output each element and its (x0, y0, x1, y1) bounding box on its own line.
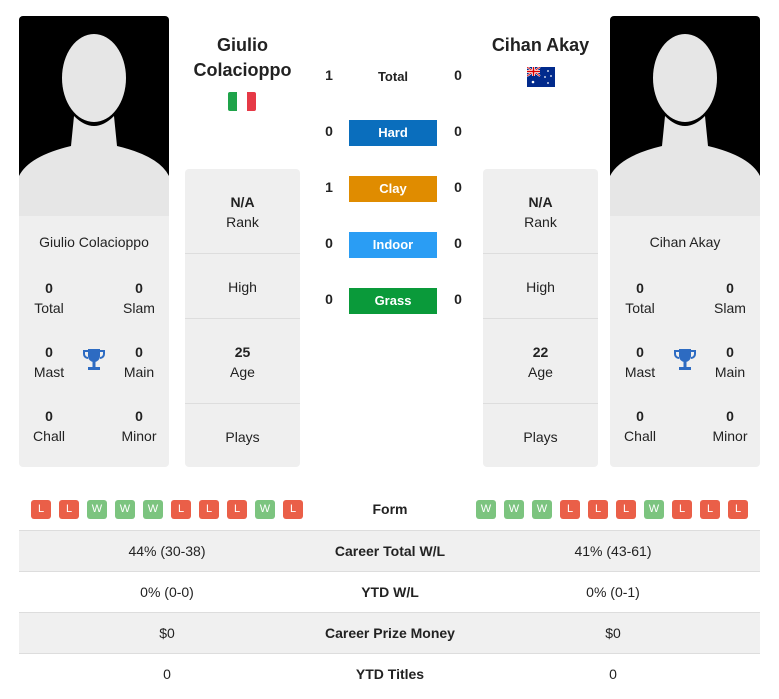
form-badge-win: W (115, 500, 135, 519)
form-badge-loss: L (31, 500, 51, 519)
player2-minor: 0 Minor (712, 408, 748, 444)
form-badge-loss: L (227, 500, 247, 519)
player1-card: Giulio Colacioppo 0 Total 0 Slam 0 Mast 0 Ma… (19, 16, 169, 467)
form-badge-loss: L (616, 500, 636, 519)
form-badge-loss: L (560, 500, 580, 519)
player2-photo (610, 16, 760, 216)
h2h-clay-p1: 1 (325, 179, 333, 195)
row-prize-money: $0 Career Prize Money $0 (19, 612, 760, 653)
player2-age: 22 Age (528, 344, 553, 380)
player2-main: 0 Main (714, 344, 746, 380)
italy-flag-icon (228, 92, 256, 111)
row-ytd-titles: 0 YTD Titles 0 (19, 653, 760, 694)
form-badge-win: W (504, 500, 524, 519)
form-badge-loss: L (283, 500, 303, 519)
h2h-grass-p2: 0 (454, 291, 462, 307)
trophy-icon (82, 347, 106, 376)
h2h-hard-p1: 0 (325, 123, 333, 139)
form-badge-win: W (644, 500, 664, 519)
player2-slam: 0 Slam (714, 280, 746, 316)
player1-photo (19, 16, 169, 216)
player1-name: Giulio Colacioppo (39, 234, 149, 250)
form-badge-loss: L (672, 500, 692, 519)
player2-plays: Plays (523, 429, 558, 445)
form-badge-win: W (87, 500, 107, 519)
player1-stats: N/A Rank High 25 Age Plays (185, 169, 300, 467)
trophy-icon (673, 347, 697, 376)
surface-indoor: Indoor (349, 232, 437, 258)
form-badge-loss: L (728, 500, 748, 519)
player2-total: 0 Total (625, 280, 655, 316)
form-badge-loss: L (199, 500, 219, 519)
surface-clay: Clay (349, 176, 437, 202)
h2h-clay-p2: 0 (454, 179, 462, 195)
player2-rank: N/A Rank (524, 194, 557, 230)
player1-mast: 0 Mast (33, 344, 65, 380)
player2-chall: 0 Chall (624, 408, 656, 444)
h2h-grass-p1: 0 (325, 291, 333, 307)
player2-mast: 0 Mast (624, 344, 656, 380)
form-badge-loss: L (700, 500, 720, 519)
h2h-indoor-p2: 0 (454, 235, 462, 251)
form-badge-loss: L (171, 500, 191, 519)
h2h-indoor-p1: 0 (325, 235, 333, 251)
h2h-hard-p2: 0 (454, 123, 462, 139)
form-badge-win: W (255, 500, 275, 519)
player1-main: 0 Main (123, 344, 155, 380)
player1-total: 0 Total (34, 280, 64, 316)
player1-minor: 0 Minor (121, 408, 157, 444)
player2-title[interactable]: Cihan Akay (483, 33, 598, 58)
form-label: Form (372, 501, 408, 517)
row-career-total: 44% (30-38) Career Total W/L 41% (43-61) (19, 530, 760, 571)
h2h-total-label: Total (377, 69, 409, 84)
form-badge-loss: L (59, 500, 79, 519)
h2h-total-p2: 0 (454, 67, 462, 83)
player2-name: Cihan Akay (649, 234, 721, 250)
surface-grass: Grass (349, 288, 437, 314)
surface-hard: Hard (349, 120, 437, 146)
player1-age: 25 Age (230, 344, 255, 380)
row-ytd-wl: 0% (0-0) YTD W/L 0% (0-1) (19, 571, 760, 612)
form-badge-win: W (532, 500, 552, 519)
form-badge-loss: L (588, 500, 608, 519)
player1-rank: N/A Rank (226, 194, 259, 230)
player1-title[interactable]: Giulio Colacioppo (185, 33, 300, 83)
player1-plays: Plays (225, 429, 260, 445)
player1-slam: 0 Slam (123, 280, 155, 316)
form-badge-win: W (476, 500, 496, 519)
form-badge-win: W (143, 500, 163, 519)
player2-high: High (526, 279, 555, 295)
player2-stats: N/A Rank High 22 Age Plays (483, 169, 598, 467)
player1-high: High (228, 279, 257, 295)
australia-flag-icon (527, 67, 555, 87)
player2-card: Cihan Akay 0 Total 0 Slam 0 Mast 0 Main 0 Cha… (610, 16, 760, 467)
h2h-total-p1: 1 (325, 67, 333, 83)
player1-chall: 0 Chall (33, 408, 65, 444)
